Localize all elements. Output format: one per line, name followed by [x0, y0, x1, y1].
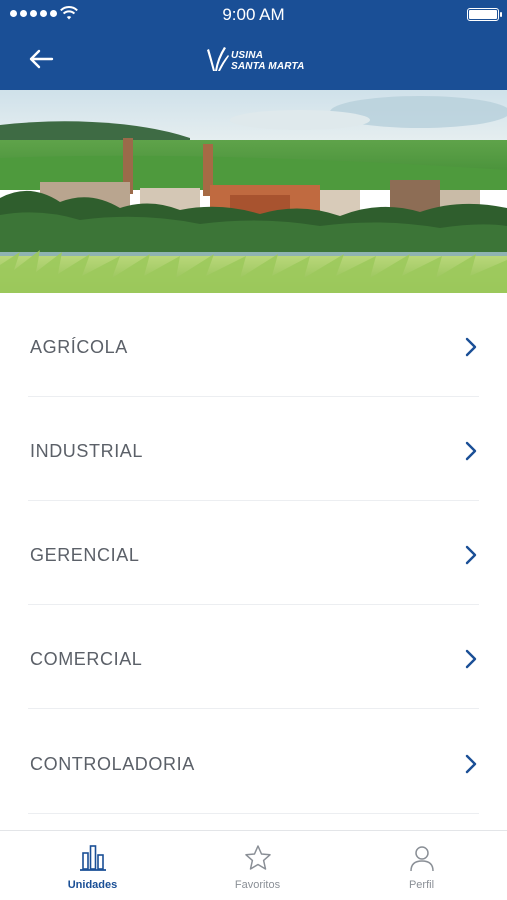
battery-icon — [467, 8, 502, 21]
chevron-right-icon — [465, 754, 477, 774]
menu-item-label: COMERCIAL — [30, 649, 143, 669]
leaf-logo-icon — [207, 47, 229, 71]
chevron-right-icon — [465, 649, 477, 669]
logo-text-line2: SANTA MARTA — [231, 61, 305, 72]
tab-perfil[interactable]: Perfil — [337, 831, 506, 900]
status-time: 9:00 AM — [222, 5, 285, 24]
chevron-right-icon — [465, 441, 477, 461]
building-chart-icon — [80, 845, 106, 871]
category-menu: AGRÍCOLA INDUSTRIAL GERENCIAL COMERCIAL … — [0, 293, 507, 830]
tab-label: Favoritos — [234, 879, 281, 891]
menu-item-comercial[interactable]: COMERCIAL — [28, 605, 479, 709]
bottom-tab-bar: Unidades Favoritos Perfil — [0, 830, 507, 900]
user-icon — [410, 846, 434, 872]
hero-image — [0, 90, 507, 293]
top-bar: 9:00 AM USINA SANTA MARTA — [0, 0, 507, 90]
menu-item-controladoria[interactable]: CONTROLADORIA — [28, 710, 479, 814]
menu-item-label: AGRÍCOLA — [30, 337, 128, 357]
menu-item-agricola[interactable]: AGRÍCOLA — [28, 293, 479, 397]
chevron-right-icon — [465, 545, 477, 565]
chevron-right-icon — [465, 337, 477, 357]
arrow-left-icon[interactable] — [28, 47, 54, 71]
menu-item-label: INDUSTRIAL — [30, 441, 144, 461]
tab-label: Perfil — [408, 879, 435, 891]
brand-logo: USINA SANTA MARTA — [204, 44, 314, 74]
menu-item-label: GERENCIAL — [30, 545, 140, 565]
menu-item-label: CONTROLADORIA — [30, 754, 195, 774]
star-icon — [245, 845, 271, 870]
tab-unidades[interactable]: Unidades — [8, 831, 177, 900]
logo-text-line1: USINA — [231, 50, 264, 61]
menu-item-industrial[interactable]: INDUSTRIAL — [28, 397, 479, 501]
menu-item-gerencial[interactable]: GERENCIAL — [28, 501, 479, 605]
status-bar: 9:00 AM — [0, 0, 507, 28]
tab-label: Unidades — [67, 879, 118, 891]
tab-favoritos[interactable]: Favoritos — [173, 831, 342, 900]
